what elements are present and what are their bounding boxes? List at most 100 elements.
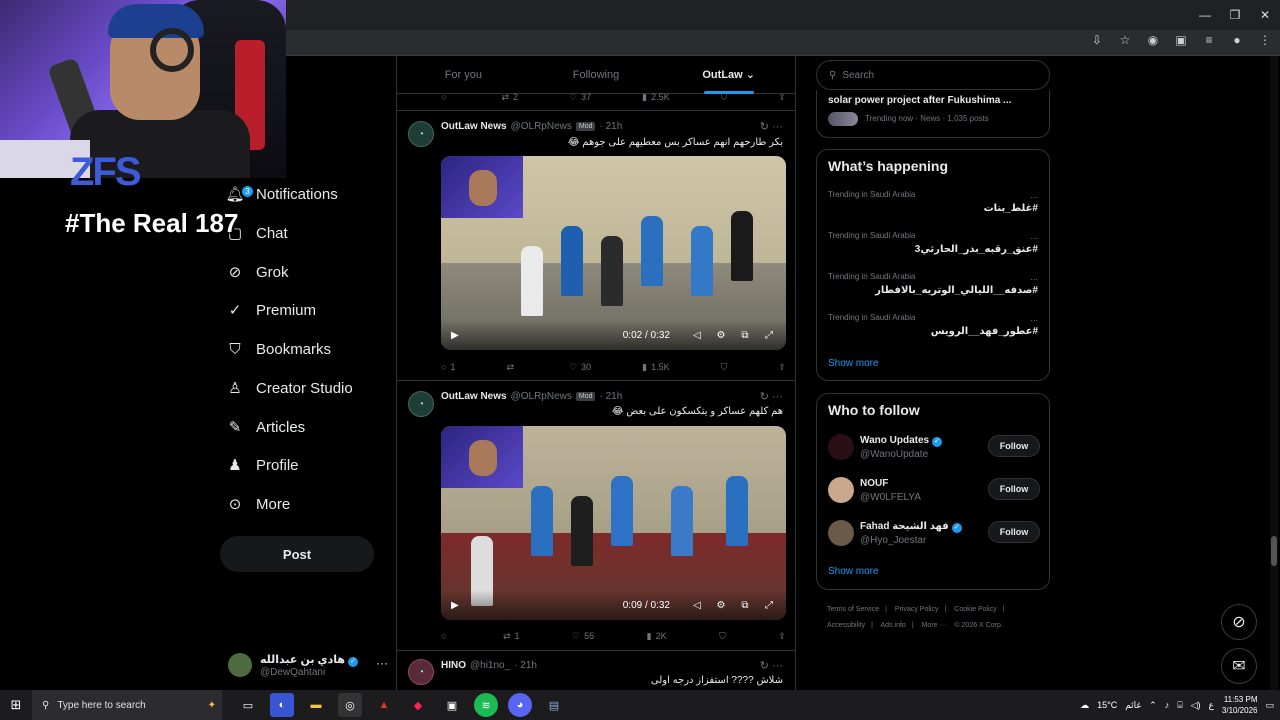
file-explorer-icon[interactable]: ▬	[304, 693, 328, 717]
tweet[interactable]: ◔ OutLaw News @OLRpNews Mod · 21h ↻ ··· …	[397, 110, 795, 380]
windows-start-icon[interactable]: ⊞	[0, 690, 32, 720]
notepad-icon[interactable]: ▤	[542, 693, 566, 717]
cookie-link[interactable]: Cookie Policy	[954, 606, 996, 613]
views-button[interactable]: ▮ 2.5K	[642, 92, 669, 103]
tweet-author-name[interactable]: OutLaw News	[441, 121, 507, 132]
install-icon[interactable]: ⇩	[1090, 33, 1104, 47]
mute-icon[interactable]: ◁	[690, 330, 704, 341]
nav-item-articles[interactable]: ✎ Articles	[226, 413, 305, 441]
discord-icon[interactable]: ◕	[508, 693, 532, 717]
notifications-icon[interactable]: ▭	[1265, 700, 1274, 711]
play-icon[interactable]: ▶	[451, 330, 465, 341]
tweet-avatar[interactable]: ◔	[408, 659, 434, 685]
share-button[interactable]: ⇪	[778, 362, 786, 373]
trend-more-icon[interactable]: ...	[1030, 231, 1038, 241]
repost-button[interactable]: ⇄	[506, 362, 518, 373]
scrollbar-thumb[interactable]	[1271, 536, 1277, 566]
pip-icon[interactable]: ⧉	[738, 330, 752, 341]
tweet-more-icon[interactable]: ↻ ···	[760, 390, 783, 403]
tab-following[interactable]: Following	[530, 56, 663, 93]
nav-item-more[interactable]: ⊙ More	[226, 490, 290, 518]
tweet-video[interactable]: ▶ 0:02 / 0:32 ◁ ⚙ ⧉ ⤢	[441, 156, 786, 350]
weather-temp[interactable]: 15°C	[1097, 700, 1117, 710]
minimize-button[interactable]: —	[1190, 0, 1220, 30]
tweet-more-icon[interactable]: ↻ ···	[760, 659, 783, 672]
search-input[interactable]: ⚲ Search	[816, 60, 1050, 90]
brave-icon[interactable]: ◆	[406, 693, 430, 717]
reply-button[interactable]: ○	[441, 631, 450, 641]
share-button[interactable]: ⇪	[778, 92, 786, 103]
puzzle-icon[interactable]: ▣	[1174, 33, 1188, 47]
language-indicator[interactable]: ع	[1209, 700, 1214, 711]
profile-icon[interactable]: ●	[1230, 33, 1244, 47]
close-button[interactable]: ✕	[1250, 0, 1280, 30]
tweet-more-icon[interactable]: ↻ ···	[760, 120, 783, 133]
tweet-author-name[interactable]: OutLaw News	[441, 391, 507, 402]
taskbar-search[interactable]: ⚲ Type here to search ✦	[32, 690, 222, 720]
follow-suggestion[interactable]: NOUF @W0LFELYA Follow	[828, 475, 1040, 507]
tweet-avatar[interactable]: ◔	[408, 121, 434, 147]
chrome-icon[interactable]: ◎	[338, 693, 362, 717]
tweet-avatar[interactable]: ◔	[408, 391, 434, 417]
like-button[interactable]: ♡ 37	[569, 92, 591, 103]
like-button[interactable]: ♡ 30	[569, 362, 591, 373]
menu-icon[interactable]: ⋮	[1258, 33, 1272, 47]
reply-button[interactable]: ○	[441, 92, 450, 102]
nav-item-creator-studio[interactable]: ♙ Creator Studio	[226, 374, 352, 402]
fullscreen-icon[interactable]: ⤢	[762, 600, 776, 611]
settings-icon[interactable]: ⚙	[714, 330, 728, 341]
tray-chevron-icon[interactable]: ⌃	[1149, 700, 1157, 711]
media-icon[interactable]: ≡	[1202, 33, 1216, 47]
terms-link[interactable]: Terms of Service	[827, 606, 879, 613]
follow-suggestion[interactable]: Wano Updates ✓ @WanoUpdate Follow	[828, 432, 1040, 464]
restore-button[interactable]: ❐	[1220, 0, 1250, 30]
accessibility-link[interactable]: Accessibility	[827, 622, 865, 629]
settings-icon[interactable]: ⚙	[714, 600, 728, 611]
network-icon[interactable]: ⌸	[1177, 700, 1182, 711]
volume-icon[interactable]: ◁)	[1191, 700, 1201, 711]
views-button[interactable]: ▮ 2K	[647, 631, 667, 642]
tweet[interactable]: ◔ HINO @hi1no_ · 21h ↻ ··· شلاش ???? است…	[397, 650, 795, 690]
pip-icon[interactable]: ⧉	[738, 600, 752, 611]
nav-item-grok[interactable]: ⊘ Grok	[226, 258, 289, 286]
views-button[interactable]: ▮ 1.5K	[642, 362, 669, 373]
taskbar-clock[interactable]: 11:53 PM 3/10/2026	[1222, 694, 1258, 716]
nav-item-bookmarks[interactable]: ⛉ Bookmarks	[226, 335, 331, 363]
share-button[interactable]: ⇪	[778, 631, 786, 642]
privacy-link[interactable]: Privacy Policy	[895, 606, 939, 613]
more-link[interactable]: More ···	[922, 622, 947, 629]
more-options-icon[interactable]: ···	[376, 656, 388, 670]
trend-more-icon[interactable]: ...	[1030, 190, 1038, 200]
like-button[interactable]: ♡ 55	[572, 631, 594, 642]
trend-more-icon[interactable]: ...	[1030, 313, 1038, 323]
app-window-icon[interactable]: ▣	[440, 693, 464, 717]
tweet-author-name[interactable]: HINO	[441, 660, 466, 671]
bookmark-button[interactable]: ⛉	[721, 92, 728, 103]
reply-button[interactable]: ○ 1	[441, 362, 455, 372]
repost-button[interactable]: ⇄ 1	[503, 631, 520, 642]
follow-button[interactable]: Follow	[988, 435, 1040, 457]
fullscreen-icon[interactable]: ⤢	[762, 330, 776, 341]
nav-item-profile[interactable]: ♟ Profile	[226, 451, 298, 479]
tab-outlaw[interactable]: OutLaw ⌄	[662, 56, 795, 94]
messages-floating-button[interactable]: ✉	[1221, 648, 1257, 684]
post-button[interactable]: Post	[220, 536, 374, 572]
news-card[interactable]: solar power project after Fukushima ... …	[816, 90, 1050, 138]
nav-item-notifications[interactable]: 🔔︎ 3 Notifications	[225, 180, 337, 208]
show-more-link[interactable]: Show more	[828, 358, 879, 369]
app-icon[interactable]: ▲	[372, 693, 396, 717]
bookmark-star-icon[interactable]: ☆	[1118, 33, 1132, 47]
copilot-icon[interactable]: ◐	[270, 693, 294, 717]
follow-button[interactable]: Follow	[988, 521, 1040, 543]
weather-icon[interactable]: ☁	[1080, 700, 1089, 711]
bookmark-button[interactable]: ⛉	[719, 631, 726, 642]
bookmark-button[interactable]: ⛉	[721, 362, 728, 373]
grok-floating-button[interactable]: ⊘	[1221, 604, 1257, 640]
task-view-icon[interactable]: ▭	[236, 693, 260, 717]
repost-button[interactable]: ⇄ 2	[501, 92, 518, 103]
tweet-video[interactable]: ▶ 0:09 / 0:32 ◁ ⚙ ⧉ ⤢	[441, 426, 786, 620]
show-more-link[interactable]: Show more	[828, 566, 879, 577]
follow-button[interactable]: Follow	[988, 478, 1040, 500]
volume-icon[interactable]: ◁	[690, 600, 704, 611]
extension-icon[interactable]: ◉	[1146, 33, 1160, 47]
